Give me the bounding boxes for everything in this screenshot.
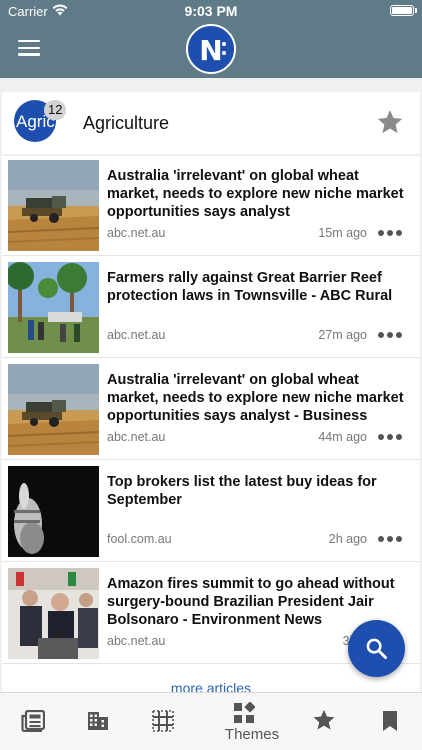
article-thumbnail (8, 364, 99, 455)
logo-dots (222, 42, 226, 56)
article-card[interactable]: Farmers rally against Great Barrier Reef… (2, 258, 420, 358)
article-thumbnail (8, 568, 99, 659)
grid-icon (152, 710, 174, 732)
menu-button[interactable] (18, 40, 40, 58)
hamburger-icon (18, 40, 40, 43)
star-icon (313, 709, 335, 730)
tab-news[interactable] (20, 693, 46, 750)
article-headline[interactable]: Farmers rally against Great Barrier Reef… (107, 269, 411, 305)
more-articles-link[interactable]: more articles (2, 680, 420, 692)
article-time: 27m ago (318, 328, 367, 342)
clock: 9:03 PM (184, 3, 238, 19)
more-options-icon[interactable] (378, 536, 402, 544)
star-icon[interactable] (376, 108, 404, 136)
article-time: 2h ago (328, 532, 367, 546)
battery-icon (390, 5, 417, 16)
article-source: abc.net.au (107, 328, 166, 342)
article-source: fool.com.au (107, 532, 172, 546)
more-options-icon[interactable] (378, 434, 402, 442)
article-card[interactable]: Australia 'irrelevant' on global wheat m… (2, 156, 420, 256)
tab-favorites[interactable] (311, 693, 337, 750)
app-header: Carrier 9:03 PM N (0, 0, 422, 78)
logo-letter: N (199, 34, 223, 67)
newspaper-icon (21, 710, 45, 732)
app-logo[interactable]: N (186, 24, 236, 74)
search-icon (366, 638, 388, 660)
article-card[interactable]: Australia 'irrelevant' on global wheat m… (2, 360, 420, 460)
tab-sectors[interactable] (150, 693, 176, 750)
article-thumbnail (8, 262, 99, 353)
bookmark-icon (383, 711, 397, 731)
unread-count-badge: 12 (44, 100, 67, 120)
article-headline[interactable]: Top brokers list the latest buy ideas fo… (107, 473, 411, 509)
search-button[interactable] (348, 620, 405, 677)
article-time: 15m ago (318, 226, 367, 240)
article-thumbnail (8, 160, 99, 251)
article-headline[interactable]: Australia 'irrelevant' on global wheat m… (107, 371, 411, 425)
article-list[interactable]: Australia 'irrelevant' on global wheat m… (2, 156, 420, 692)
topic-title: Agriculture (83, 113, 170, 133)
tab-bookmarks[interactable] (377, 693, 403, 750)
topic-header: Agric 12 Agriculture (2, 92, 420, 154)
themes-icon (234, 702, 255, 723)
more-options-icon[interactable] (378, 230, 402, 238)
status-bar: Carrier 9:03 PM (0, 0, 422, 22)
article-source: abc.net.au (107, 226, 166, 240)
building-icon (88, 712, 108, 730)
article-card[interactable]: Top brokers list the latest buy ideas fo… (2, 462, 420, 562)
article-source: abc.net.au (107, 634, 166, 648)
article-headline[interactable]: Australia 'irrelevant' on global wheat m… (107, 167, 411, 221)
article-time: 44m ago (318, 430, 367, 444)
tab-themes[interactable]: Themes (222, 693, 279, 750)
tab-themes-label: Themes (224, 726, 280, 743)
more-options-icon[interactable] (378, 332, 402, 340)
article-source: abc.net.au (107, 430, 166, 444)
article-thumbnail (8, 466, 99, 557)
tab-bar: Themes (0, 692, 422, 750)
tab-companies[interactable] (85, 693, 111, 750)
